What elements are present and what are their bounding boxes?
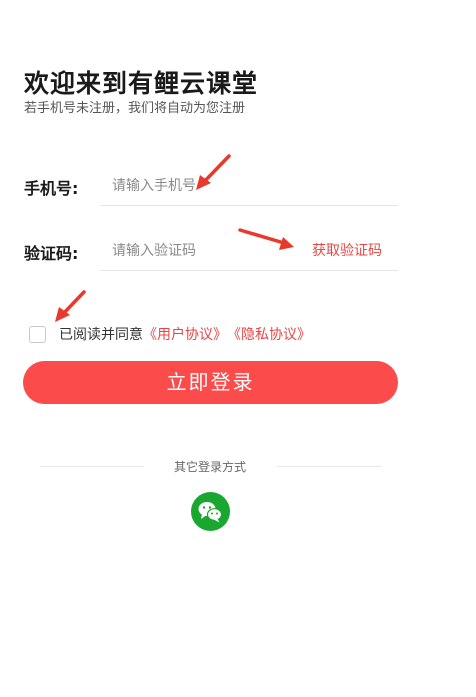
red-arrow-icon [55,290,86,322]
page-subtitle: 若手机号未注册，我们将自动为您注册 [24,101,246,116]
user-agreement-link[interactable]: 《用户协议》 [143,324,227,344]
divider-left [40,466,144,467]
phone-label: 手机号: [24,179,79,198]
other-login-label: 其它登录方式 [173,460,246,474]
wechat-login-button[interactable] [191,492,230,531]
privacy-policy-link[interactable]: 《隐私协议》 [227,324,311,344]
wechat-icon [198,502,223,523]
page-title: 欢迎来到有鲤云课堂 [24,69,259,98]
get-code-button[interactable]: 获取验证码 [312,240,382,260]
divider-right [277,466,381,467]
phone-input[interactable] [100,166,398,206]
login-button[interactable]: 立即登录 [23,361,398,404]
code-label: 验证码: [24,244,79,263]
agreement-row: 已阅读并同意 《用户协议》 《隐私协议》 [29,323,311,345]
agreement-prefix: 已阅读并同意 [59,327,143,343]
agreement-checkbox[interactable] [29,325,46,343]
